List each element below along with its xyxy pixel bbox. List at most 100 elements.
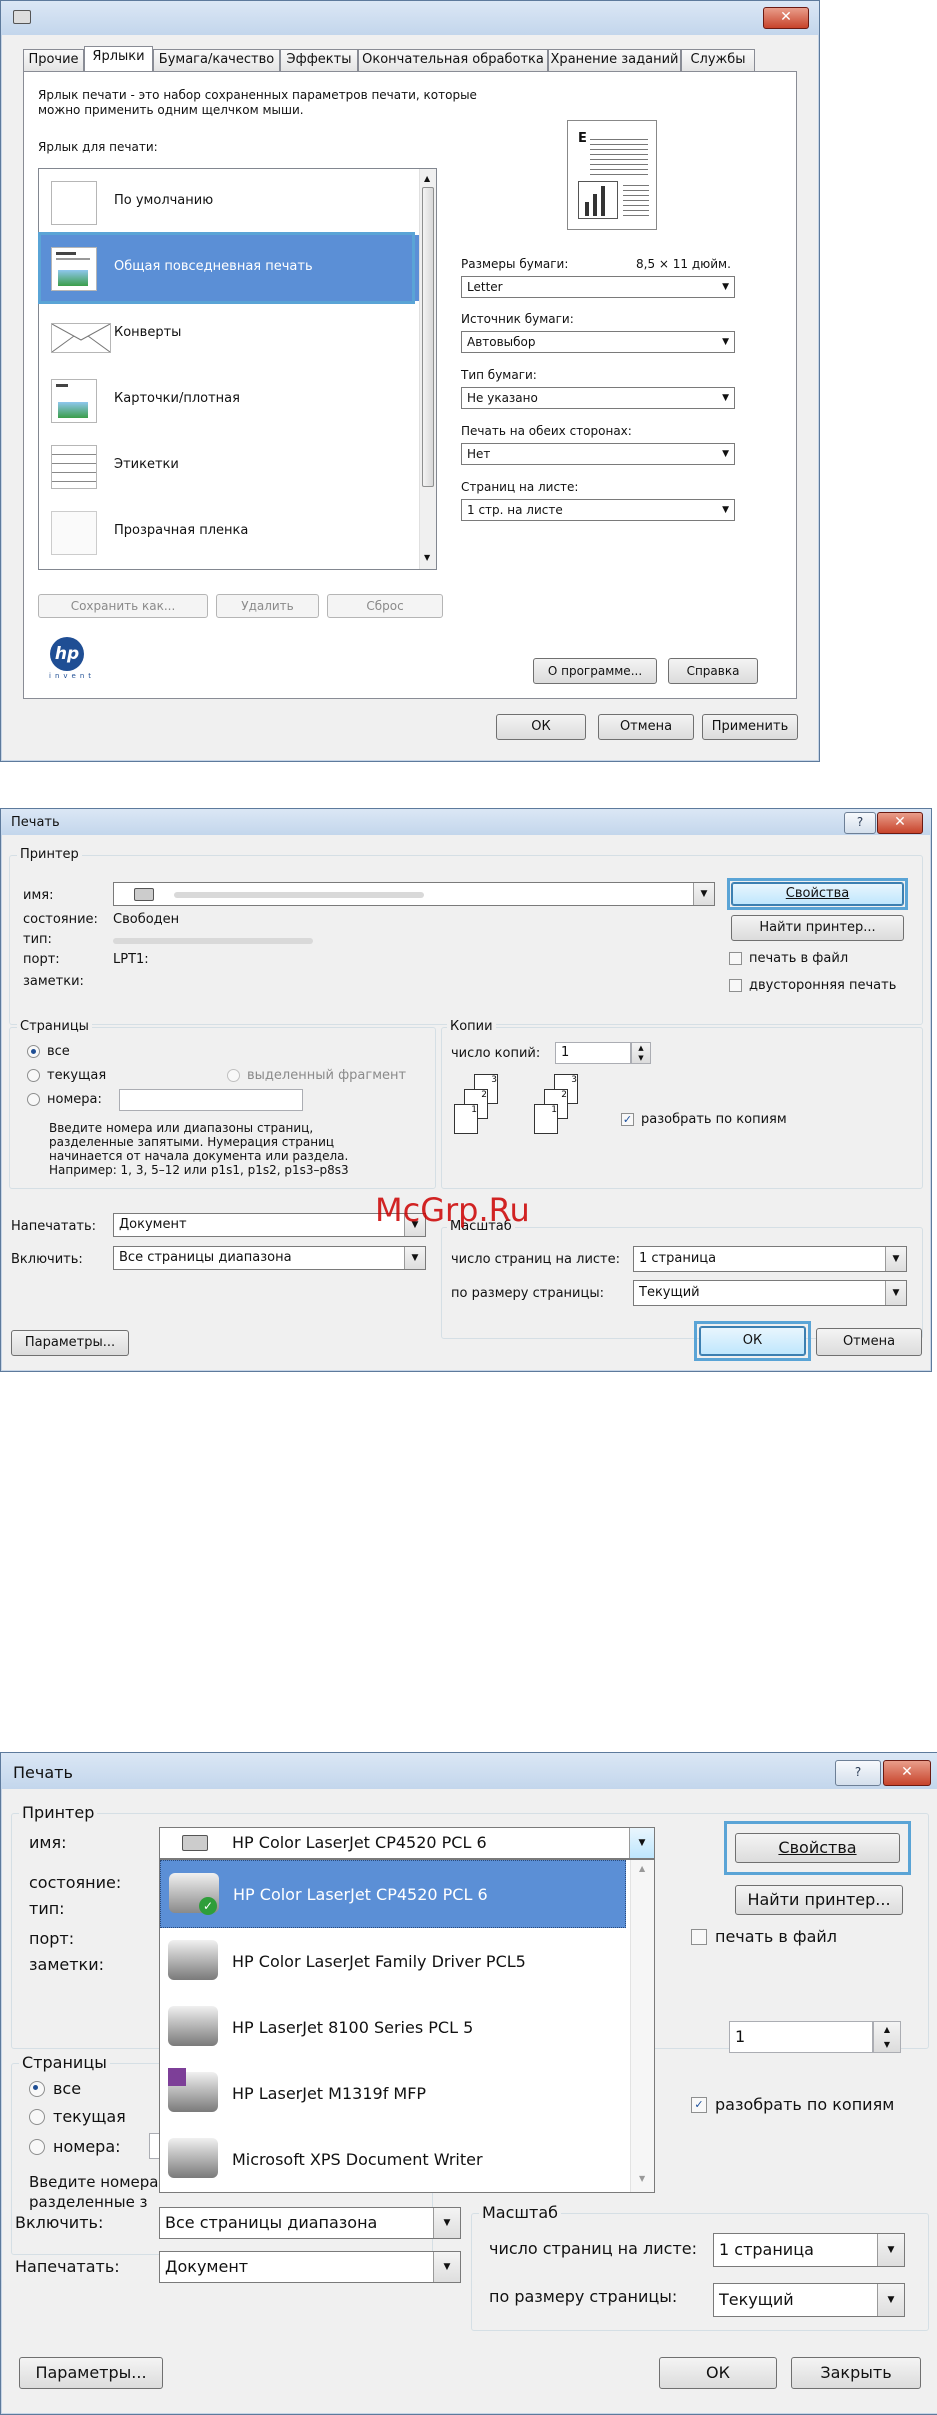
list-item[interactable]: HP LaserJet M1319f MFP: [160, 2060, 626, 2126]
list-item[interactable]: HP Color LaserJet Family Driver PCL5: [160, 1928, 626, 1994]
save-as-button[interactable]: Сохранить как...: [38, 594, 208, 618]
help-icon[interactable]: ?: [835, 1760, 881, 1786]
print-dialog: Печать ? ✕ Принтер имя: ▼ состояние: Сво…: [0, 808, 932, 1372]
printer-option-label: HP Color LaserJet CP4520 PCL 6: [233, 1885, 488, 1904]
include-dropdown[interactable]: Все страницы диапазона ▼: [159, 2207, 461, 2239]
include-label: Включить:: [11, 1252, 83, 1267]
tab-job-storage[interactable]: Хранение заданий: [548, 49, 681, 71]
copies-spinner[interactable]: ▲ ▼: [631, 1042, 651, 1064]
ok-button[interactable]: ОК: [699, 1326, 806, 1356]
list-item-selected[interactable]: ✓ HP Color LaserJet CP4520 PCL 6: [160, 1860, 626, 1928]
delete-button[interactable]: Удалить: [216, 594, 319, 618]
ok-button[interactable]: ОК: [496, 714, 586, 740]
paper-type-dropdown[interactable]: Не указано ▼: [461, 387, 735, 409]
pages-per-sheet-dropdown[interactable]: 1 страница ▼: [713, 2233, 905, 2267]
list-item[interactable]: Прозрачная пленка: [39, 499, 436, 565]
page-numbers-input[interactable]: [119, 1089, 303, 1111]
printer-option-label: HP Color LaserJet Family Driver PCL5: [232, 1952, 526, 1971]
chevron-down-icon: ▼: [885, 1281, 906, 1305]
properties-button[interactable]: Свойства: [735, 1833, 900, 1863]
tab-other[interactable]: Прочие: [23, 49, 84, 71]
tab-effects[interactable]: Эффекты: [280, 49, 358, 71]
paper-source-label: Источник бумаги:: [461, 312, 574, 326]
close-dialog-button[interactable]: Закрыть: [791, 2357, 921, 2389]
page-numbers-radio[interactable]: [27, 1093, 40, 1106]
tab-paper-quality[interactable]: Бумага/качество: [153, 49, 280, 71]
printer-icon: [168, 1940, 218, 1980]
close-button[interactable]: ✕: [883, 1760, 931, 1786]
duplex-value: Нет: [467, 447, 491, 461]
current-page-label: текущая: [47, 1068, 107, 1083]
cancel-button[interactable]: Отмена: [816, 1328, 922, 1356]
close-button[interactable]: ✕: [877, 812, 923, 834]
intro-line-1: Ярлык печати - это набор сохраненных пар…: [38, 88, 477, 102]
about-button[interactable]: О программе...: [533, 658, 657, 684]
duplex-checkbox[interactable]: [729, 979, 742, 992]
current-page-radio[interactable]: [27, 1069, 40, 1082]
duplex-dropdown[interactable]: Нет ▼: [461, 443, 735, 465]
print-what-value: Документ: [119, 1217, 187, 1232]
tab-services[interactable]: Службы: [681, 49, 755, 71]
selection-radio[interactable]: [227, 1069, 240, 1082]
disk-icon: [168, 2068, 186, 2086]
list-scrollbar[interactable]: ▲ ▼: [630, 1860, 654, 2192]
shortcut-list[interactable]: По умолчанию Общая повседневная печать К…: [38, 168, 437, 570]
tab-finishing[interactable]: Окончательная обработка: [358, 49, 548, 71]
paper-size-dropdown[interactable]: Letter ▼: [461, 276, 735, 298]
reset-button[interactable]: Сброс: [327, 594, 443, 618]
type-label: тип:: [23, 932, 52, 947]
all-pages-radio[interactable]: [27, 1045, 40, 1058]
current-page-radio[interactable]: [29, 2109, 45, 2125]
card-stock-icon: [51, 379, 97, 423]
status-label: состояние:: [29, 1873, 122, 1892]
help-text-line-3: начинается от начала документа или разде…: [49, 1149, 349, 1163]
find-printer-button[interactable]: Найти принтер...: [731, 915, 904, 941]
collate-checkbox[interactable]: ✓: [621, 1113, 634, 1126]
paper-source-dropdown[interactable]: Автовыбор ▼: [461, 331, 735, 353]
copies-input[interactable]: 1: [729, 2021, 873, 2053]
printer-name-dropdown[interactable]: ▼: [113, 882, 715, 906]
properties-button[interactable]: Свойства: [731, 882, 904, 906]
default-check-icon: ✓: [199, 1897, 217, 1915]
cancel-button[interactable]: Отмена: [598, 714, 694, 740]
copies-input[interactable]: 1: [555, 1042, 631, 1064]
include-dropdown[interactable]: Все страницы диапазона ▼: [113, 1246, 426, 1270]
print-what-dropdown[interactable]: Документ ▼: [159, 2251, 461, 2283]
printer-dropdown-list[interactable]: ✓ HP Color LaserJet CP4520 PCL 6 HP Colo…: [159, 1859, 655, 2193]
ok-button[interactable]: ОК: [659, 2357, 777, 2389]
copies-spinner[interactable]: ▲ ▼: [873, 2021, 901, 2053]
printer-name-dropdown[interactable]: HP Color LaserJet CP4520 PCL 6 ▼: [159, 1827, 655, 1859]
options-button[interactable]: Параметры...: [19, 2357, 163, 2389]
all-pages-radio[interactable]: [29, 2081, 45, 2097]
close-button[interactable]: ✕: [763, 7, 809, 29]
labels-icon: [51, 445, 97, 489]
printer-name-blurred: [174, 892, 424, 898]
tab-shortcuts[interactable]: Ярлыки: [84, 46, 153, 71]
list-item[interactable]: Карточки/плотная: [39, 367, 436, 433]
list-item[interactable]: Microsoft XPS Document Writer: [160, 2126, 626, 2192]
pages-per-sheet-dropdown[interactable]: 1 стр. на листе ▼: [461, 499, 735, 521]
paper-size-value: Letter: [467, 280, 503, 294]
duplex-label: Печать на обеих сторонах:: [461, 424, 632, 438]
list-item[interactable]: Этикетки: [39, 433, 436, 499]
scroll-thumb[interactable]: [422, 187, 434, 487]
print-to-file-checkbox[interactable]: [729, 952, 742, 965]
list-item[interactable]: Конверты: [39, 301, 436, 367]
pages-per-sheet-dropdown[interactable]: 1 страница ▼: [633, 1246, 907, 1272]
collate-checkbox[interactable]: ✓: [691, 2097, 707, 2113]
options-button[interactable]: Параметры...: [11, 1330, 129, 1356]
list-item[interactable]: HP LaserJet 8100 Series PCL 5: [160, 1994, 626, 2060]
scale-to-dropdown[interactable]: Текущий ▼: [713, 2283, 905, 2317]
list-scrollbar[interactable]: ▲ ▼: [419, 169, 436, 569]
print-to-file-checkbox[interactable]: [691, 1929, 707, 1945]
help-icon[interactable]: ?: [844, 812, 876, 834]
printer-group-label: Принтер: [19, 1803, 98, 1822]
apply-button[interactable]: Применить: [702, 714, 798, 740]
scale-to-dropdown[interactable]: Текущий ▼: [633, 1280, 907, 1306]
help-button[interactable]: Справка: [668, 658, 758, 684]
pages-group-label: Страницы: [19, 2053, 110, 2072]
list-item[interactable]: По умолчанию: [39, 169, 436, 235]
page-numbers-radio[interactable]: [29, 2139, 45, 2155]
pages-per-sheet-value: 1 страница: [639, 1251, 717, 1266]
find-printer-button[interactable]: Найти принтер...: [735, 1885, 903, 1915]
